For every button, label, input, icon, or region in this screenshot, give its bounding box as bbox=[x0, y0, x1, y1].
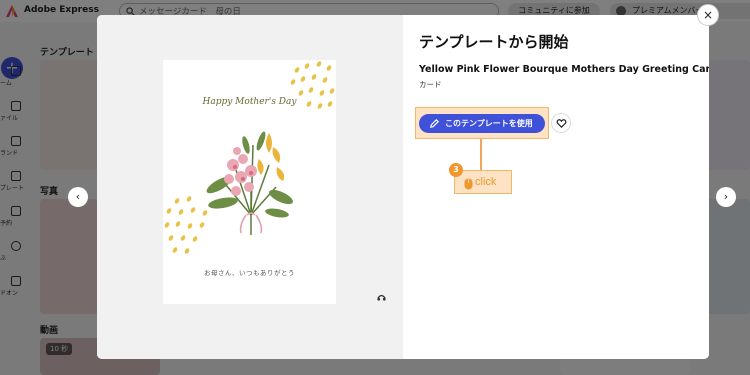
annotation-connector bbox=[480, 139, 482, 170]
mouse-icon bbox=[464, 178, 473, 190]
use-template-label: このテンプレートを使用 bbox=[445, 119, 533, 128]
card-subtitle: お母さん、いつもありがとう bbox=[204, 269, 295, 277]
template-details: テンプレートから開始 Yellow Pink Flower Bourque Mo… bbox=[403, 15, 709, 359]
favorite-button[interactable] bbox=[551, 113, 571, 133]
remix-icon[interactable] bbox=[376, 291, 387, 302]
flower-bouquet-illustration bbox=[206, 131, 293, 235]
modal-heading: テンプレートから開始 bbox=[419, 33, 569, 51]
card-title: Happy Mother's Day bbox=[202, 97, 297, 107]
next-button[interactable]: › bbox=[716, 187, 736, 207]
dots-decoration-top bbox=[290, 61, 335, 109]
template-type: カード bbox=[419, 80, 442, 89]
template-preview: Happy Mother's Day お母さん、いつもありがとう bbox=[97, 15, 403, 359]
use-template-button[interactable]: このテンプレートを使用 bbox=[419, 114, 545, 133]
click-label: click bbox=[475, 176, 497, 188]
pencil-icon bbox=[430, 118, 440, 128]
template-name: Yellow Pink Flower Bourque Mothers Day G… bbox=[419, 64, 709, 75]
template-modal: Happy Mother's Day お母さん、いつもありがとう テンプレートか… bbox=[97, 15, 709, 359]
previous-button[interactable]: ‹ bbox=[68, 187, 88, 207]
close-button[interactable]: × bbox=[697, 4, 719, 26]
card-preview: Happy Mother's Day お母さん、いつもありがとう bbox=[163, 60, 336, 304]
step-number-badge: 3 bbox=[449, 163, 463, 177]
heart-icon bbox=[556, 119, 567, 129]
